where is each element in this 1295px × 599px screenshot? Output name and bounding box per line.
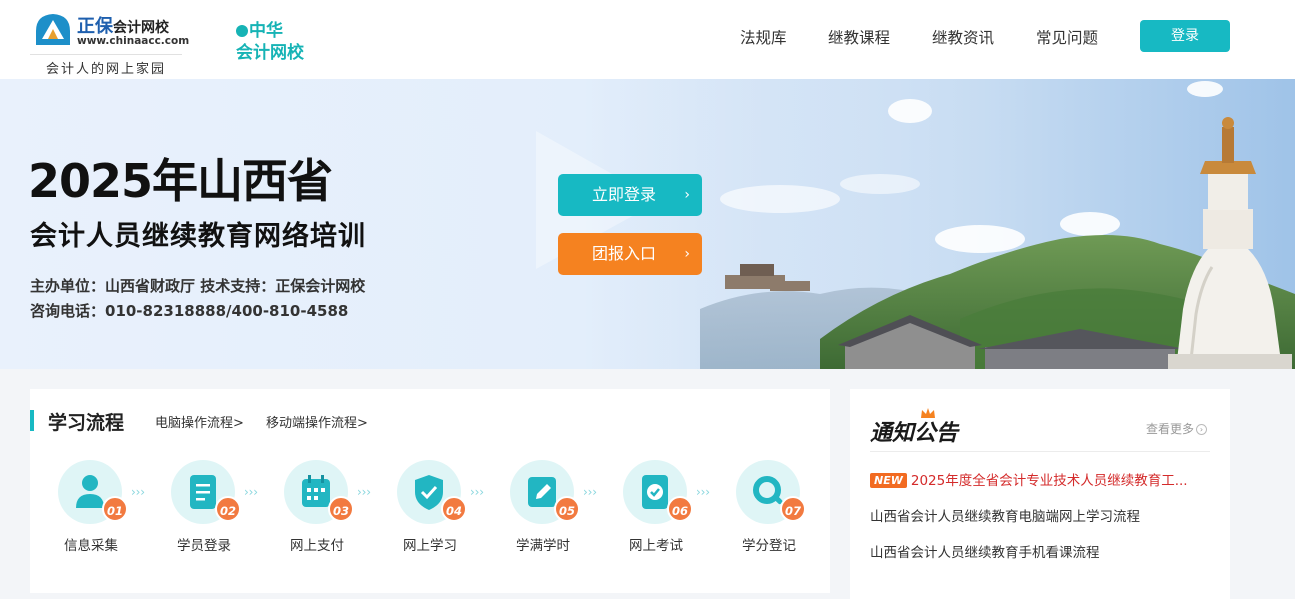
partner-logo-icon <box>236 25 248 37</box>
partner-line2: 会计网校 <box>236 43 304 63</box>
banner-phone: 咨询电话：010-82318888/400-810-4588 <box>30 302 349 320</box>
login-now-button[interactable]: 立即登录 › <box>558 174 702 216</box>
chevron-right-icon: › <box>684 187 690 203</box>
step-label: 学满学时 <box>516 538 570 554</box>
banner-title: 2025年山西省 <box>28 154 333 208</box>
flow-arrow-icon: › › › <box>131 485 145 499</box>
nav-faq[interactable]: 常见问题 <box>1036 26 1098 48</box>
nav-courses[interactable]: 继教课程 <box>828 26 890 48</box>
pc-flow-link[interactable]: 电脑操作流程> <box>155 412 244 431</box>
notice-title: 通知公告 <box>870 420 959 446</box>
chevron-right-icon: › <box>1196 424 1208 435</box>
flow-arrow-icon: › › › <box>357 485 371 499</box>
step-label: 学分登记 <box>742 538 796 554</box>
top-header: 正保会计网校 www.chinaacc.com 会计人的网上家园 中华 会计网校… <box>0 0 1295 79</box>
hero-banner: 2025年山西省 会计人员继续教育网络培训 主办单位：山西省财政厅 技术支持：正… <box>0 79 1295 369</box>
step-number: 07 <box>780 496 806 522</box>
step-label: 信息采集 <box>64 538 118 554</box>
logo-mark-icon <box>36 14 70 45</box>
zhonghua-logo[interactable]: 中华 会计网校 <box>236 16 306 63</box>
flow-step-complete-hours[interactable]: 05 学满学时 <box>488 460 598 560</box>
flow-step-student-login[interactable]: 02 学员登录 <box>149 460 259 560</box>
mobile-flow-link[interactable]: 移动端操作流程> <box>266 412 368 431</box>
step-label: 网上考试 <box>629 538 683 554</box>
flow-arrow-icon: › › › <box>470 485 484 499</box>
brand-url: www.chinaacc.com <box>77 35 190 47</box>
notice-item-text: 2025年度全省会计专业技术人员继续教育工... <box>910 473 1188 489</box>
view-more-link[interactable]: 查看更多 › <box>1146 420 1208 437</box>
new-badge: NEW <box>870 473 907 488</box>
notice-panel: 通知公告 查看更多 › NEW 2025年度全省会计专业技术人员继续教育工... 山… <box>850 389 1230 599</box>
nav-regulations[interactable]: 法规库 <box>740 26 787 48</box>
group-entry-button[interactable]: 团报入口 › <box>558 233 702 275</box>
flow-arrow-icon: › › › <box>244 485 258 499</box>
step-label: 网上支付 <box>290 538 344 554</box>
flow-step-info-collection[interactable]: 01 信息采集 <box>36 460 146 560</box>
notice-item[interactable]: NEW 2025年度全省会计专业技术人员继续教育工... <box>870 469 1210 489</box>
step-number: 03 <box>328 496 354 522</box>
step-number: 06 <box>667 496 693 522</box>
section-accent-bar <box>30 410 34 431</box>
banner-subtitle: 会计人员继续教育网络培训 <box>30 221 366 252</box>
notice-item[interactable]: 山西省会计人员继续教育电脑端网上学习流程 <box>870 505 1210 525</box>
step-number: 02 <box>215 496 241 522</box>
view-more-label: 查看更多 <box>1146 422 1195 436</box>
brand-slogan: 会计人的网上家园 <box>30 54 182 77</box>
flow-step-credit-registration[interactable]: 07 学分登记 <box>714 460 824 560</box>
login-now-label: 立即登录 <box>592 185 657 204</box>
chinaacc-logo[interactable]: 正保会计网校 www.chinaacc.com 会计人的网上家园 <box>30 8 190 77</box>
flow-step-online-study[interactable]: 04 网上学习 <box>375 460 485 560</box>
banner-host: 主办单位：山西省财政厅 技术支持：正保会计网校 <box>30 277 366 295</box>
divider <box>870 451 1210 452</box>
step-number: 01 <box>102 496 128 522</box>
chevron-right-icon: › <box>684 246 690 262</box>
flow-arrow-icon: › › › <box>696 485 710 499</box>
flow-step-online-payment[interactable]: 03 网上支付 <box>262 460 372 560</box>
study-flow-title: 学习流程 <box>48 412 125 434</box>
crown-icon <box>921 408 935 418</box>
notice-item[interactable]: 山西省会计人员继续教育手机看课流程 <box>870 541 1210 561</box>
flow-step-online-exam[interactable]: 06 网上考试 <box>601 460 711 560</box>
login-button[interactable]: 登录 <box>1140 20 1230 52</box>
step-label: 网上学习 <box>403 538 457 554</box>
group-entry-label: 团报入口 <box>592 244 657 263</box>
study-flow-panel: 学习流程 电脑操作流程> 移动端操作流程> 01 信息采集 › › › 02 学… <box>30 389 830 593</box>
step-number: 04 <box>441 496 467 522</box>
flow-arrow-icon: › › › <box>583 485 597 499</box>
nav-news[interactable]: 继教资讯 <box>932 26 994 48</box>
step-number: 05 <box>554 496 580 522</box>
step-label: 学员登录 <box>177 538 231 554</box>
